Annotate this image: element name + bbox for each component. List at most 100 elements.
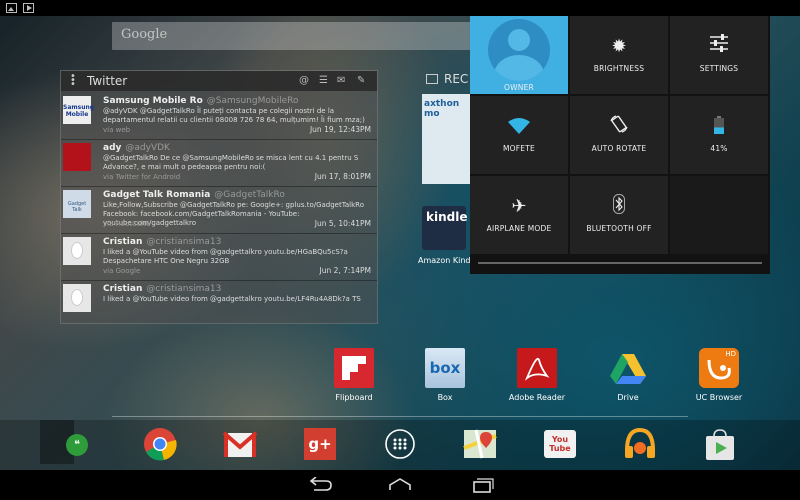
tweet-author: ady @adyVDK (103, 143, 170, 153)
uc-browser-label: UC Browser (695, 393, 743, 402)
tweet-date: Jun 5, 10:41PM (314, 219, 371, 228)
app-box[interactable]: box Box (415, 348, 475, 408)
recent-apps-button[interactable] (467, 477, 495, 493)
default-egg-avatar-icon (71, 289, 83, 306)
auto-rotate-tile[interactable]: AUTO ROTATE (570, 96, 668, 174)
back-button[interactable] (306, 476, 334, 493)
recent-thumbnail-text: axthon mo (424, 99, 460, 119)
maps-icon (463, 429, 497, 459)
play-notification-icon (23, 3, 34, 13)
app-amazon-kindle[interactable]: kindle Amazon Kindle (418, 206, 478, 266)
auto-rotate-label: AUTO ROTATE (591, 144, 647, 153)
tweet-author: Cristian @cristiansima13 (103, 237, 222, 247)
avatar[interactable] (63, 284, 91, 312)
avatar[interactable] (63, 143, 91, 171)
list-icon[interactable]: ☰ (319, 75, 328, 86)
brightness-tile[interactable]: ✹ BRIGHTNESS (570, 16, 668, 94)
gmail-icon (222, 431, 258, 457)
avatar[interactable]: Samsung Mobile (63, 96, 94, 124)
sliders-icon (670, 34, 768, 56)
tweet-author: Gadget Talk Romania @GadgetTalkRo (103, 190, 285, 200)
google-plus-icon: g+ (304, 428, 336, 460)
tweet-source: via web (103, 126, 131, 134)
play-store-icon (706, 429, 734, 460)
app-uc-browser[interactable]: HD UC Browser (689, 348, 749, 408)
brightness-label: BRIGHTNESS (593, 64, 645, 73)
tweet-text: I liked a @YouTube video from @gadgettal… (103, 248, 348, 265)
video-icon (426, 74, 438, 84)
avatar[interactable]: Gadget Talk (63, 190, 91, 218)
tweet-item[interactable]: Gadget Talk Gadget Talk Romania @GadgetTa… (61, 187, 377, 234)
tweet-item[interactable]: Cristian @cristiansima13 I liked a @YouTu… (61, 281, 377, 317)
dock-chrome[interactable] (142, 426, 178, 462)
tweet-list[interactable]: Samsung Mobile Samsung Mobile Ro @Samsung… (61, 93, 377, 317)
recent-thumbnail[interactable]: axthon mo (422, 94, 470, 184)
avatar[interactable] (63, 237, 91, 265)
tweet-item[interactable]: Samsung Mobile Samsung Mobile Ro @Samsung… (61, 93, 377, 140)
google-search-bar[interactable]: Google (112, 22, 472, 50)
app-flipboard[interactable]: Flipboard (324, 348, 384, 408)
headphones-icon (625, 427, 655, 458)
settings-label: SETTINGS (699, 64, 739, 73)
drag-handle-icon[interactable]: • • • (70, 72, 76, 90)
bluetooth-label: BLUETOOTH OFF (586, 224, 652, 233)
tweet-item[interactable]: Cristian @cristiansima13 I liked a @YouTu… (61, 234, 377, 281)
compose-icon[interactable]: ✎ (357, 75, 365, 86)
recent-apps-icon (473, 478, 494, 493)
messages-icon[interactable]: ✉ (337, 75, 345, 86)
settings-tile[interactable]: SETTINGS (670, 16, 768, 94)
wifi-tile[interactable]: MOFETE (470, 96, 568, 174)
app-drive[interactable]: Drive (598, 348, 658, 408)
home-button[interactable] (386, 477, 414, 493)
kindle-icon: kindle (422, 206, 467, 250)
navigation-bar (0, 470, 800, 500)
uc-browser-icon: HD (699, 348, 739, 388)
kindle-label: Amazon Kindle (418, 256, 478, 265)
twitter-widget[interactable]: • • • Twitter @ ☰ ✉ ✎ Samsung Mobile Samsu… (60, 70, 378, 324)
airplane-mode-label: AIRPLANE MODE (486, 224, 552, 233)
twitter-widget-header: • • • Twitter @ ☰ ✉ ✎ (61, 71, 377, 91)
wifi-label: MOFETE (503, 144, 535, 153)
tweet-date: Jun 17, 8:01PM (314, 172, 371, 181)
recent-widget-label: REC (444, 72, 469, 86)
default-egg-avatar-icon (71, 242, 83, 259)
app-adobe-reader[interactable]: Adobe Reader (507, 348, 567, 408)
tweet-text: @GadgetTalkRo De ce @SamsungMobileRo se … (103, 154, 359, 171)
tweet-source: via Google (103, 267, 141, 275)
flipboard-label: Flipboard (335, 393, 373, 402)
dock-play-store[interactable] (702, 426, 738, 462)
dock-maps[interactable] (462, 426, 498, 462)
empty-tile (670, 176, 768, 254)
youtube-icon: You Tube (544, 430, 576, 458)
dock-divider (112, 416, 688, 417)
gallery-notification-icon (6, 3, 17, 13)
dock-play-music[interactable] (622, 426, 658, 462)
flipboard-icon (334, 348, 374, 388)
airplane-mode-tile[interactable]: ✈ AIRPLANE MODE (470, 176, 568, 254)
dock-google-plus[interactable]: g+ (302, 426, 338, 462)
tweet-item[interactable]: ady @adyVDK @GadgetTalkRo De ce @SamsungM… (61, 140, 377, 187)
battery-tile[interactable]: 41% (670, 96, 768, 174)
bluetooth-tile[interactable]: BLUETOOTH OFF (570, 176, 668, 254)
recent-widget[interactable]: REC axthon mo (420, 70, 470, 190)
home-icon (389, 478, 411, 490)
dock-youtube[interactable]: You Tube (542, 426, 578, 462)
adobe-reader-icon (517, 348, 557, 388)
dock-gmail[interactable] (222, 426, 258, 462)
back-icon (309, 476, 332, 491)
twitter-widget-title: Twitter (87, 74, 128, 88)
bluetooth-icon (570, 194, 668, 218)
all-apps-button[interactable] (382, 426, 418, 462)
owner-tile[interactable]: OWNER (470, 16, 568, 94)
airplane-icon: ✈ (511, 196, 527, 217)
chrome-icon (144, 428, 177, 461)
quick-settings-scrollbar[interactable] (478, 262, 762, 264)
tweet-source: via Twitter for Android (103, 173, 181, 181)
box-icon: box (425, 348, 465, 388)
mentions-icon[interactable]: @ (299, 75, 309, 86)
quick-settings-panel[interactable]: OWNER ✹ BRIGHTNESS SETTINGS MOFETE AUTO … (470, 16, 770, 274)
adobe-reader-label: Adobe Reader (508, 393, 566, 402)
box-label: Box (437, 393, 453, 402)
dock-hangouts[interactable]: ❝ (40, 420, 98, 464)
tweet-text: @adyVDK @GadgetTalkRo Îl puteți contacta… (103, 107, 365, 124)
